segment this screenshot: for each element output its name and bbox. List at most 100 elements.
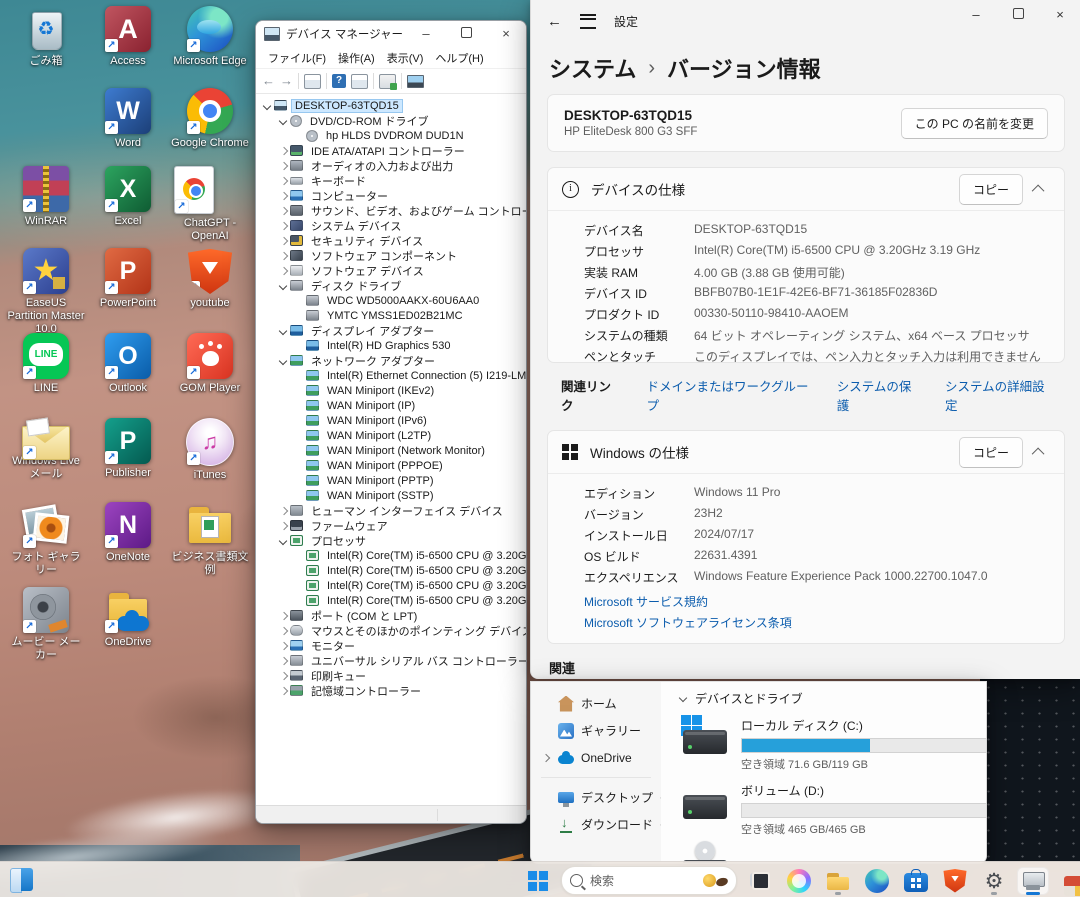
copy-windows-spec-button[interactable]: コピー: [959, 437, 1023, 468]
device-tree-node[interactable]: Intel(R) Core(TM) i5-6500 CPU @ 3.20GHz: [258, 563, 526, 578]
collapse-chevron-icon[interactable]: [1032, 184, 1045, 197]
tree-expander-icon[interactable]: [278, 521, 288, 531]
device-tree-node[interactable]: キーボード: [258, 173, 526, 188]
tree-expander-icon[interactable]: [278, 266, 288, 276]
back-icon[interactable]: ←: [547, 13, 562, 30]
taskbar-icon-task-view[interactable]: [744, 867, 776, 895]
tree-expander-icon[interactable]: [294, 551, 304, 561]
taskbar-icon-brave-browser[interactable]: [939, 867, 971, 895]
tree-expander-icon[interactable]: [294, 131, 304, 141]
device-list-icon[interactable]: [351, 74, 368, 89]
computer-view-icon[interactable]: [407, 75, 424, 88]
tree-expander-icon[interactable]: [294, 476, 304, 486]
tree-expander-icon[interactable]: [294, 566, 304, 576]
desktop-icon-access[interactable]: Access: [88, 6, 168, 68]
expander-icon[interactable]: [543, 727, 551, 735]
expander-icon[interactable]: [543, 700, 551, 708]
drive-data[interactable]: ボリューム (D:) 空き領域 465 GB/465 GB: [683, 782, 986, 837]
back-arrow-icon[interactable]: ←: [262, 73, 275, 89]
desktop-icon-bizfolder[interactable]: ビジネス書類文例: [170, 502, 250, 577]
tree-expander-icon[interactable]: [294, 401, 304, 411]
tree-expander-icon[interactable]: [278, 326, 288, 336]
tree-expander-icon[interactable]: [278, 116, 288, 126]
link[interactable]: Microsoft サービス規約: [584, 593, 1050, 610]
device-manager-titlebar[interactable]: デバイス マネージャー – ×: [256, 21, 526, 47]
collapse-chevron-icon[interactable]: [1032, 447, 1045, 460]
tree-expander-icon[interactable]: [278, 221, 288, 231]
tree-expander-icon[interactable]: [294, 296, 304, 306]
drive-system[interactable]: ローカル ディスク (C:) 空き領域 71.6 GB/119 GB: [683, 717, 986, 772]
menu-item[interactable]: 表示(V): [382, 48, 429, 68]
device-tree-node[interactable]: Intel(R) Ethernet Connection (5) I219-LM…: [258, 368, 526, 383]
link[interactable]: システムの詳細設定: [945, 376, 1051, 414]
tree-expander-icon[interactable]: [294, 341, 304, 351]
expander-icon[interactable]: [543, 821, 551, 829]
desktop-icon-onenote[interactable]: OneNote: [88, 502, 168, 564]
tree-expander-icon[interactable]: [278, 686, 288, 696]
sidebar-item-cloud[interactable]: OneDrive: [531, 744, 661, 771]
desktop-icon-excel[interactable]: Excel: [88, 166, 168, 228]
tree-expander-icon[interactable]: [278, 671, 288, 681]
start-button[interactable]: [522, 867, 554, 895]
tree-expander-icon[interactable]: [278, 641, 288, 651]
tree-expander-icon[interactable]: [294, 386, 304, 396]
tree-expander-icon[interactable]: [294, 446, 304, 456]
tree-expander-icon[interactable]: [278, 536, 288, 546]
forward-arrow-icon[interactable]: →: [280, 73, 293, 89]
menu-item[interactable]: ヘルプ(H): [430, 48, 488, 68]
desktop-icon-chrome[interactable]: Google Chrome: [170, 88, 250, 150]
desktop-icon-winrar[interactable]: WinRAR: [6, 166, 86, 228]
minimize-button[interactable]: –: [955, 0, 997, 30]
device-tree-node[interactable]: WAN Miniport (L2TP): [258, 428, 526, 443]
widgets-icon[interactable]: [10, 868, 33, 891]
device-tree-node[interactable]: オーディオの入力および出力: [258, 158, 526, 173]
maximize-button[interactable]: [997, 0, 1039, 30]
breadcrumb-parent[interactable]: システム: [549, 52, 636, 84]
device-spec-header[interactable]: デバイスの仕様 コピー: [548, 168, 1064, 210]
windows-spec-header[interactable]: Windows の仕様 コピー: [548, 431, 1064, 473]
taskbar-icon-microsoft-edge[interactable]: [861, 867, 893, 895]
tree-expander-icon[interactable]: [278, 611, 288, 621]
tree-expander-icon[interactable]: [294, 431, 304, 441]
device-tree-node[interactable]: Intel(R) Core(TM) i5-6500 CPU @ 3.20GHz: [258, 548, 526, 563]
desktop-icon-gom[interactable]: GOM Player: [170, 333, 250, 395]
tree-expander-icon[interactable]: [278, 506, 288, 516]
tree-expander-icon[interactable]: [278, 281, 288, 291]
expander-icon[interactable]: [543, 754, 551, 762]
tree-expander-icon[interactable]: [278, 191, 288, 201]
link[interactable]: Microsoft ソフトウェアライセンス条項: [584, 614, 1050, 631]
device-tree-node[interactable]: WDC WD5000AAKX-60U6AA0: [258, 293, 526, 308]
device-tree-node[interactable]: Intel(R) Core(TM) i5-6500 CPU @ 3.20GHz: [258, 578, 526, 593]
desktop-icon-line[interactable]: LINE: [6, 333, 86, 395]
tree-expander-icon[interactable]: [278, 356, 288, 366]
scan-hardware-icon[interactable]: [379, 74, 396, 89]
device-tree-node[interactable]: WAN Miniport (IP): [258, 398, 526, 413]
tree-expander-icon[interactable]: [294, 371, 304, 381]
device-tree-node[interactable]: ヒューマン インターフェイス デバイス: [258, 503, 526, 518]
device-tree-node[interactable]: 記憶域コントローラー: [258, 683, 526, 698]
sidebar-item-home[interactable]: ホーム: [531, 690, 661, 717]
device-tree-node[interactable]: ディスプレイ アダプター: [258, 323, 526, 338]
sidebar-item-desktop[interactable]: デスクトップ: [531, 784, 661, 811]
tree-expander-icon[interactable]: [278, 236, 288, 246]
menu-item[interactable]: ファイル(F): [263, 48, 331, 68]
device-tree-node[interactable]: ディスク ドライブ: [258, 278, 526, 293]
tree-expander-icon[interactable]: [278, 176, 288, 186]
maximize-button[interactable]: [446, 21, 486, 47]
device-tree-node[interactable]: マウスとそのほかのポインティング デバイス: [258, 623, 526, 638]
device-tree-node[interactable]: WAN Miniport (PPTP): [258, 473, 526, 488]
minimize-button[interactable]: –: [406, 21, 446, 47]
taskbar-icon-settings[interactable]: ⚙: [978, 867, 1010, 895]
desktop-icon-outlook[interactable]: Outlook: [88, 333, 168, 395]
device-tree-node[interactable]: WAN Miniport (PPPOE): [258, 458, 526, 473]
tree-expander-icon[interactable]: [278, 161, 288, 171]
tree-expander-icon[interactable]: [294, 311, 304, 321]
drives-section-header[interactable]: デバイスとドライブ: [679, 690, 986, 707]
device-tree-node[interactable]: WAN Miniport (IPv6): [258, 413, 526, 428]
taskbar-icon-copilot[interactable]: [783, 867, 815, 895]
close-button[interactable]: ×: [1039, 0, 1080, 30]
menu-item[interactable]: 操作(A): [333, 48, 380, 68]
desktop-icon-onedrive[interactable]: OneDrive: [88, 587, 168, 649]
rename-pc-button[interactable]: この PC の名前を変更: [901, 108, 1048, 139]
desktop-icon-moviemaker[interactable]: ムービー メーカー: [6, 587, 86, 662]
